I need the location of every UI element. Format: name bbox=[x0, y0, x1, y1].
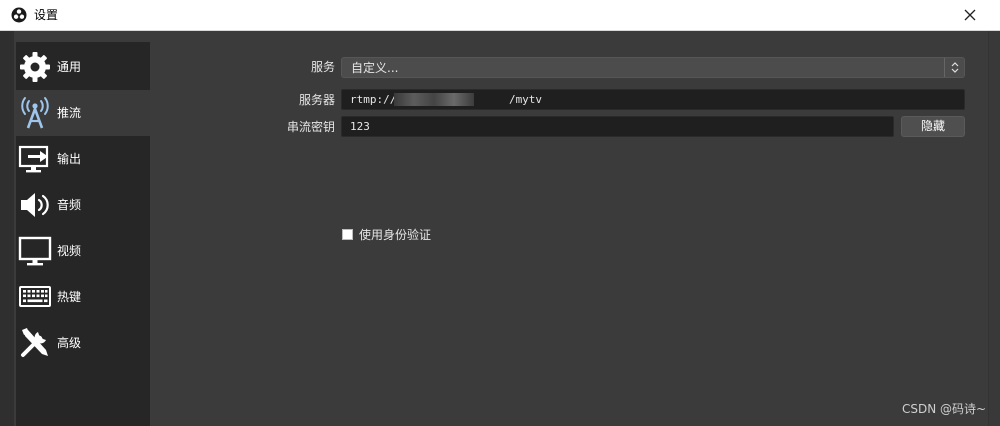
sidebar-item-label: 视频 bbox=[57, 244, 82, 258]
speaker-icon bbox=[21, 193, 49, 217]
service-select-arrows[interactable] bbox=[944, 58, 964, 77]
sidebar-item-audio[interactable]: 音频 bbox=[16, 182, 150, 228]
window-title: 设置 bbox=[34, 8, 59, 22]
redacted-region bbox=[394, 93, 474, 106]
right-window-edge bbox=[988, 31, 1000, 426]
service-select[interactable]: 自定义... bbox=[341, 57, 965, 78]
sidebar-item-label: 推流 bbox=[57, 106, 82, 120]
monitor-icon bbox=[18, 236, 52, 266]
stream-key-field-wrapper bbox=[341, 116, 894, 137]
sidebar-item-general[interactable]: 通用 bbox=[16, 44, 150, 90]
server-field-wrapper bbox=[341, 89, 965, 110]
sidebar-item-label: 高级 bbox=[57, 336, 82, 350]
watermark-text: CSDN @码诗~ bbox=[902, 402, 987, 416]
sidebar-item-label: 音频 bbox=[57, 198, 82, 212]
use-auth-label[interactable]: 使用身份验证 bbox=[359, 228, 431, 243]
title-bar: 设置 bbox=[0, 0, 1000, 31]
chevron-updown-icon bbox=[951, 62, 959, 73]
sidebar-item-hotkeys[interactable]: 热键 bbox=[16, 274, 150, 320]
sidebar-item-advanced[interactable]: 高级 bbox=[16, 320, 150, 366]
obs-logo-icon bbox=[11, 7, 27, 23]
settings-sidebar: 通用 推流 输出 音频 视频 热键 高级 bbox=[16, 42, 150, 426]
sidebar-item-label: 输出 bbox=[57, 152, 82, 166]
close-button[interactable] bbox=[952, 0, 988, 31]
sidebar-item-label: 热键 bbox=[57, 290, 82, 304]
stream-key-label: 串流密钥 bbox=[286, 120, 335, 134]
broadcast-icon bbox=[21, 97, 49, 129]
close-icon bbox=[964, 9, 976, 21]
sidebar-item-label: 通用 bbox=[57, 60, 82, 74]
stream-key-input[interactable] bbox=[342, 117, 893, 136]
gear-icon bbox=[20, 52, 50, 82]
output-icon bbox=[18, 145, 49, 173]
service-select-value: 自定义... bbox=[351, 61, 399, 75]
left-window-edge bbox=[0, 31, 14, 426]
sidebar-item-output[interactable]: 输出 bbox=[16, 136, 150, 182]
tools-icon bbox=[21, 328, 48, 357]
keyboard-icon bbox=[19, 286, 51, 307]
sidebar-item-video[interactable]: 视频 bbox=[16, 228, 150, 274]
hide-key-button[interactable]: 隐藏 bbox=[901, 116, 965, 137]
server-label: 服务器 bbox=[298, 93, 335, 107]
sidebar-item-stream[interactable]: 推流 bbox=[16, 90, 150, 136]
use-auth-checkbox[interactable] bbox=[342, 229, 353, 240]
service-label: 服务 bbox=[310, 60, 335, 74]
